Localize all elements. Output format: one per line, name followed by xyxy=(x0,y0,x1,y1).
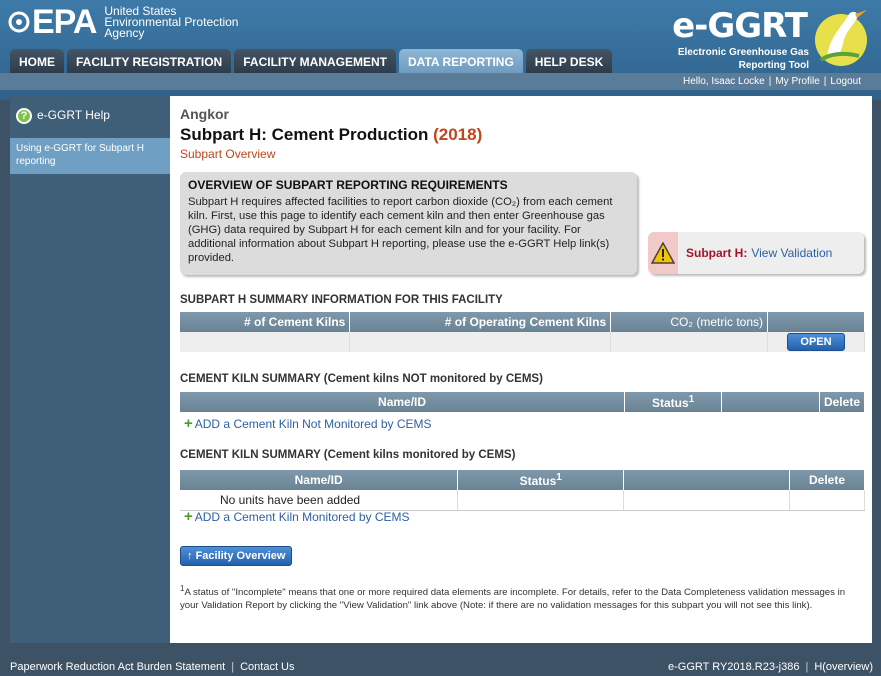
epa-flower-icon xyxy=(8,11,30,33)
col-delete: Delete xyxy=(819,392,866,412)
agency-name: United States Environmental Protection A… xyxy=(104,5,238,40)
eggrt-logo-title: e-GGRT xyxy=(672,6,808,46)
col-operating-kilns: # of Operating Cement Kilns xyxy=(349,312,612,332)
kilns-not-cems-table: Name/ID Status1 Delete xyxy=(180,392,866,412)
summary-heading: SUBPART H SUMMARY INFORMATION FOR THIS F… xyxy=(180,294,503,306)
page-subtitle: Subpart Overview xyxy=(180,147,276,161)
view-validation-link[interactable]: View Validation xyxy=(751,246,832,260)
cell-empty xyxy=(457,490,625,511)
col-blank xyxy=(721,392,820,412)
table-header-row: # of Cement Kilns # of Operating Cement … xyxy=(180,312,865,332)
cell-open: OPEN xyxy=(767,332,865,352)
cell-empty xyxy=(789,490,865,511)
validation-box: Subpart H: View Validation xyxy=(648,232,864,274)
eggrt-logo: e-GGRT Electronic Greenhouse Gas Reporti… xyxy=(669,4,869,72)
tab-facility-registration[interactable]: FACILITY REGISTRATION xyxy=(67,49,232,73)
reporting-year: (2018) xyxy=(433,125,483,144)
paperwork-link[interactable]: Paperwork Reduction Act Burden Statement xyxy=(10,661,225,673)
overview-body: Subpart H requires affected facilities t… xyxy=(188,196,613,264)
status-footnote-marker: 1 xyxy=(556,472,562,483)
table-row: No units have been added xyxy=(180,490,865,511)
footnote-text: A status of "Incomplete" means that one … xyxy=(180,587,846,612)
tab-home[interactable]: HOME xyxy=(10,49,64,73)
sidebar: ? e-GGRT Help Using e-GGRT for Subpart H… xyxy=(10,96,170,643)
kilns-cems-heading: CEMENT KILN SUMMARY (Cement kilns monito… xyxy=(180,449,516,461)
overview-box: OVERVIEW OF SUBPART REPORTING REQUIREMEN… xyxy=(180,172,637,275)
cell-empty xyxy=(623,490,790,511)
table-row: OPEN xyxy=(180,332,865,352)
tab-facility-management[interactable]: FACILITY MANAGEMENT xyxy=(234,49,397,73)
kilns-cems-table: Name/ID Status1 Delete No units have bee… xyxy=(180,470,865,511)
add-kiln-cems-link[interactable]: + ADD a Cement Kiln Monitored by CEMS xyxy=(184,508,410,525)
site-footer: Paperwork Reduction Act Burden Statement… xyxy=(0,658,881,676)
epa-wordmark: EPA xyxy=(32,3,97,41)
help-question-icon: ? xyxy=(16,108,32,124)
help-header: ? e-GGRT Help xyxy=(10,96,170,138)
facility-name: Angkor xyxy=(180,106,229,122)
epa-logo[interactable]: EPA United States Environmental Protecti… xyxy=(8,4,238,40)
facility-overview-button[interactable]: ↑ Facility Overview xyxy=(180,546,293,566)
my-profile-link[interactable]: My Profile xyxy=(775,76,819,87)
plus-icon: + xyxy=(184,415,193,432)
col-name-id: Name/ID xyxy=(180,470,459,490)
col-blank xyxy=(623,470,790,490)
footnote: 1A status of "Incomplete" means that one… xyxy=(180,582,865,612)
validation-label: Subpart H: xyxy=(686,246,748,260)
facility-overview-label: Facility Overview xyxy=(195,550,286,562)
add-kiln-cems-label[interactable]: ADD a Cement Kiln Monitored by CEMS xyxy=(195,510,410,524)
cell-co2 xyxy=(610,332,769,352)
add-kiln-not-cems-label[interactable]: ADD a Cement Kiln Not Monitored by CEMS xyxy=(195,417,432,431)
col-action xyxy=(767,312,865,332)
logout-link[interactable]: Logout xyxy=(830,76,861,87)
agency-line3: Agency xyxy=(104,25,145,40)
col-status: Status1 xyxy=(457,470,625,490)
footer-version: e-GGRT RY2018.R23-j386 | H(overview) xyxy=(667,661,873,673)
col-co2: CO₂ (metric tons) xyxy=(610,312,769,332)
table-header-row: Name/ID Status1 Delete xyxy=(180,392,866,412)
tab-data-reporting[interactable]: DATA REPORTING xyxy=(399,49,523,73)
empty-message: No units have been added xyxy=(180,490,459,511)
add-kiln-not-cems-link[interactable]: + ADD a Cement Kiln Not Monitored by CEM… xyxy=(184,415,432,432)
site-header: EPA United States Environmental Protecti… xyxy=(0,0,881,100)
help-title: e-GGRT Help xyxy=(37,108,110,122)
page-title-text: Subpart H: Cement Production xyxy=(180,125,429,144)
cell-kilns xyxy=(180,332,351,352)
contact-us-link[interactable]: Contact Us xyxy=(240,661,294,673)
col-status-label: Status xyxy=(651,396,689,410)
eggrt-logo-subtitle: Electronic Greenhouse Gas Reporting Tool xyxy=(677,47,809,71)
status-footnote-marker: 1 xyxy=(688,394,695,405)
tab-help-desk[interactable]: HELP DESK xyxy=(525,49,613,73)
col-cement-kilns: # of Cement Kilns xyxy=(180,312,351,332)
main-content: Angkor Subpart H: Cement Production (201… xyxy=(170,96,872,643)
footer-links: Paperwork Reduction Act Burden Statement… xyxy=(10,661,295,673)
col-status-label: Status xyxy=(519,474,557,488)
page-code: H(overview) xyxy=(814,661,873,673)
overview-heading: OVERVIEW OF SUBPART REPORTING REQUIREMEN… xyxy=(188,178,508,192)
warning-icon xyxy=(648,232,678,274)
kilns-not-cems-heading: CEMENT KILN SUMMARY (Cement kilns NOT mo… xyxy=(180,373,543,385)
col-delete: Delete xyxy=(789,470,865,490)
user-greeting: Hello, Isaac Locke xyxy=(683,76,765,87)
version-text: e-GGRT RY2018.R23-j386 xyxy=(667,661,800,673)
user-bar: Hello, Isaac Locke | My Profile | Logout xyxy=(0,73,881,90)
help-link-subpart-h[interactable]: Using e-GGRT for Subpart H reporting xyxy=(10,138,170,174)
arrow-up-icon: ↑ xyxy=(187,550,193,562)
col-status: Status1 xyxy=(624,392,723,412)
plus-icon: + xyxy=(184,508,193,525)
open-button[interactable]: OPEN xyxy=(787,333,845,351)
summary-table: # of Cement Kilns # of Operating Cement … xyxy=(180,312,865,352)
cell-operating-kilns xyxy=(349,332,612,352)
egret-icon xyxy=(815,10,867,66)
table-header-row: Name/ID Status1 Delete xyxy=(180,470,865,490)
page-title: Subpart H: Cement Production (2018) xyxy=(180,125,482,145)
col-name-id: Name/ID xyxy=(180,392,626,412)
main-nav: HOME FACILITY REGISTRATION FACILITY MANA… xyxy=(10,49,615,73)
